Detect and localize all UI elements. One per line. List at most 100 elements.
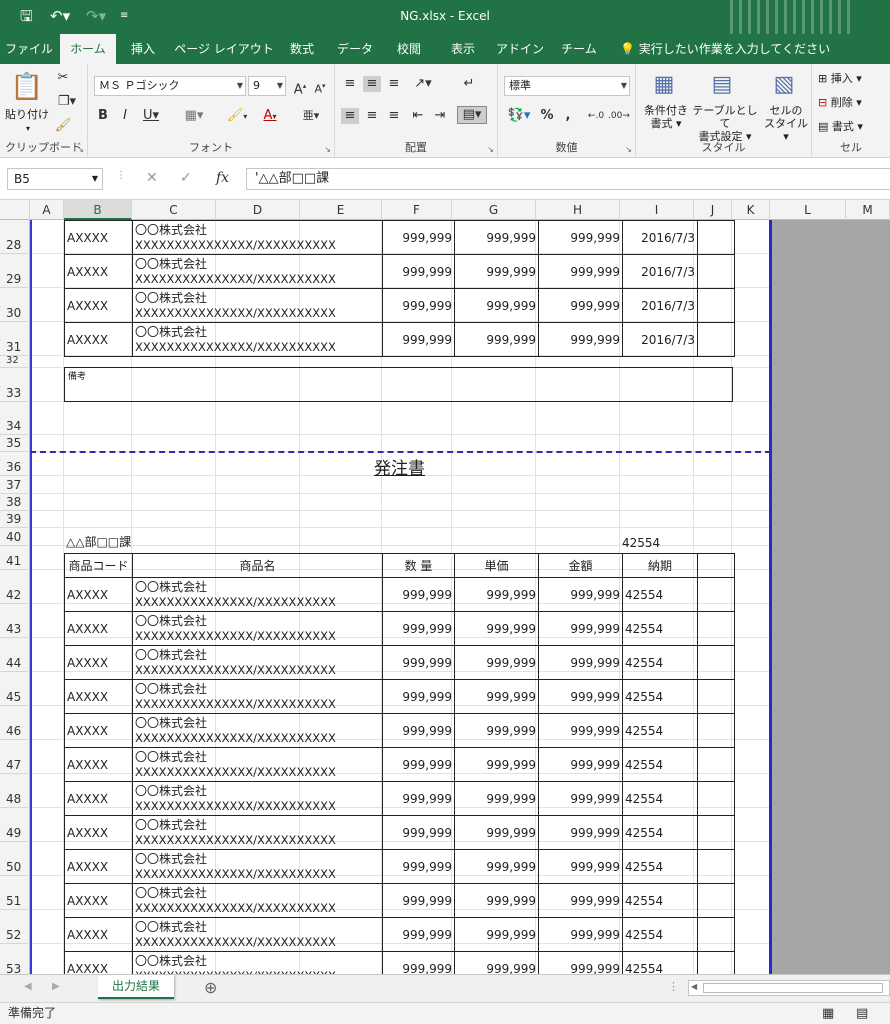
quantity-cell[interactable]: 999,999 — [382, 951, 455, 974]
font-color-icon[interactable]: A▾ — [256, 108, 284, 125]
enter-icon[interactable]: ✓ — [180, 170, 192, 186]
date-cell[interactable]: 2016/7/3 — [622, 288, 698, 323]
tab-addins[interactable]: アドイン — [494, 34, 546, 64]
item-name-cell[interactable]: 〇〇株式会社XXXXXXXXXXXXXXX/XXXXXXXXXX — [132, 917, 383, 952]
blank-cell[interactable] — [697, 645, 735, 680]
item-code-cell[interactable]: AXXXX — [64, 611, 133, 646]
item-name-cell[interactable]: 〇〇株式会社XXXXXXXXXXXXXXX/XXXXXXXXXX — [132, 645, 383, 680]
underline-icon[interactable]: U▾ — [138, 108, 164, 124]
column-header[interactable]: B — [64, 200, 132, 220]
quantity-cell[interactable]: 999,999 — [382, 883, 455, 918]
clipboard-dialog-icon[interactable]: ↘ — [77, 145, 84, 154]
bold-icon[interactable]: B — [96, 108, 110, 124]
item-name-cell[interactable]: 〇〇株式会社XXXXXXXXXXXXXXX/XXXXXXXXXX — [132, 322, 383, 357]
insert-cells-button[interactable]: ⊞ 挿入 ▾ — [818, 72, 888, 85]
item-code-cell[interactable]: AXXXX — [64, 254, 133, 289]
copy-icon[interactable]: ❐▾ — [54, 94, 80, 110]
amount-cell[interactable]: 999,999 — [538, 883, 623, 918]
amount-cell[interactable]: 999,999 — [538, 815, 623, 850]
increase-font-icon[interactable]: A▴ — [292, 78, 308, 98]
item-name-cell[interactable]: 〇〇株式会社XXXXXXXXXXXXXXX/XXXXXXXXXX — [132, 815, 383, 850]
blank-cell[interactable] — [697, 747, 735, 782]
quantity-cell[interactable]: 999,999 — [382, 611, 455, 646]
item-code-cell[interactable]: AXXXX — [64, 883, 133, 918]
unit-price-cell[interactable]: 999,999 — [454, 288, 539, 323]
align-top-icon[interactable]: ≡ — [341, 76, 359, 92]
number-format-dropdown-icon[interactable]: ▼ — [621, 77, 627, 95]
unit-price-cell[interactable]: 999,999 — [454, 679, 539, 714]
column-header[interactable]: J — [694, 200, 732, 220]
blank-cell[interactable] — [697, 220, 735, 255]
paste-dropdown-icon[interactable]: ▾ — [18, 122, 38, 135]
column-header[interactable]: G — [452, 200, 536, 220]
row-header[interactable]: 29 — [0, 254, 30, 288]
row-header[interactable]: 34 — [0, 402, 30, 435]
amount-cell[interactable]: 999,999 — [538, 849, 623, 884]
alignment-dialog-icon[interactable]: ↘ — [487, 145, 494, 154]
align-center-icon[interactable]: ≡ — [363, 108, 381, 124]
amount-cell[interactable]: 999,999 — [538, 747, 623, 782]
amount-cell[interactable]: 999,999 — [538, 679, 623, 714]
column-header[interactable]: M — [846, 200, 890, 220]
row-header[interactable]: 30 — [0, 288, 30, 322]
quantity-cell[interactable]: 999,999 — [382, 713, 455, 748]
merge-center-icon[interactable]: ▤▾ — [457, 106, 487, 124]
cancel-icon[interactable]: ✕ — [146, 170, 158, 186]
row-header[interactable]: 46 — [0, 706, 30, 740]
item-name-cell[interactable]: 〇〇株式会社XXXXXXXXXXXXXXX/XXXXXXXXXX — [132, 288, 383, 323]
row-header[interactable]: 31 — [0, 322, 30, 356]
amount-cell[interactable]: 999,999 — [538, 611, 623, 646]
item-code-cell[interactable]: AXXXX — [64, 713, 133, 748]
font-size-dropdown-icon[interactable]: ▼ — [277, 77, 283, 95]
item-name-cell[interactable]: 〇〇株式会社XXXXXXXXXXXXXXX/XXXXXXXXXX — [132, 713, 383, 748]
amount-cell[interactable]: 999,999 — [538, 577, 623, 612]
quantity-cell[interactable]: 999,999 — [382, 322, 455, 357]
align-right-icon[interactable]: ≡ — [385, 108, 403, 124]
blank-cell[interactable] — [697, 288, 735, 323]
tell-me-box[interactable]: 💡 実行したい作業を入力してください — [620, 34, 830, 64]
date-cell[interactable]: 2016/7/3 — [622, 322, 698, 357]
date-cell[interactable]: 2016/7/3 — [622, 220, 698, 255]
tab-data[interactable]: データ — [332, 34, 378, 64]
item-name-cell[interactable]: 〇〇株式会社XXXXXXXXXXXXXXX/XXXXXXXXXX — [132, 254, 383, 289]
tab-splitter-icon[interactable]: ⋮ — [668, 980, 679, 993]
sheet-tab-output[interactable]: 出力結果 — [98, 975, 174, 999]
due-date-cell[interactable]: 42554 — [622, 611, 698, 646]
row-header[interactable]: 38 — [0, 494, 30, 511]
unit-price-cell[interactable]: 999,999 — [454, 611, 539, 646]
paste-icon[interactable]: 📋 — [10, 70, 44, 104]
due-date-cell[interactable]: 42554 — [622, 883, 698, 918]
row-header[interactable]: 36 — [0, 452, 30, 476]
comma-style-icon[interactable]: , — [560, 108, 576, 124]
cut-icon[interactable]: ✂ — [54, 70, 72, 86]
fill-color-icon[interactable]: 🖌▾ — [222, 108, 252, 125]
conditional-format-button[interactable]: 条件付き 書式 ▾ — [638, 104, 694, 130]
blank-cell[interactable] — [697, 322, 735, 357]
unit-price-cell[interactable]: 999,999 — [454, 883, 539, 918]
tab-view[interactable]: 表示 — [440, 34, 486, 64]
item-name-cell[interactable]: 〇〇株式会社XXXXXXXXXXXXXXX/XXXXXXXXXX — [132, 611, 383, 646]
unit-price-cell[interactable]: 999,999 — [454, 713, 539, 748]
tab-file[interactable]: ファイル — [0, 34, 58, 64]
amount-cell[interactable]: 999,999 — [538, 645, 623, 680]
format-cells-button[interactable]: ▤ 書式 ▾ — [818, 120, 888, 133]
item-code-cell[interactable]: AXXXX — [64, 917, 133, 952]
row-header[interactable]: 33 — [0, 368, 30, 402]
quantity-cell[interactable]: 999,999 — [382, 220, 455, 255]
item-name-cell[interactable]: 〇〇株式会社XXXXXXXXXXXXXXX/XXXXXXXXXX — [132, 781, 383, 816]
column-header[interactable]: L — [770, 200, 846, 220]
item-code-cell[interactable]: AXXXX — [64, 577, 133, 612]
phonetic-icon[interactable]: 亜▾ — [298, 108, 324, 124]
scroll-next-sheet-icon[interactable]: ▶ — [52, 981, 60, 992]
decrease-decimal-icon[interactable]: .00→ — [608, 108, 630, 124]
percent-icon[interactable]: % — [538, 108, 556, 124]
item-name-cell[interactable]: 〇〇株式会社XXXXXXXXXXXXXXX/XXXXXXXXXX — [132, 679, 383, 714]
column-header[interactable]: D — [216, 200, 300, 220]
number-format-combo[interactable]: 標準 ▼ — [504, 76, 630, 96]
row-header[interactable]: 45 — [0, 672, 30, 706]
item-name-cell[interactable]: 〇〇株式会社XXXXXXXXXXXXXXX/XXXXXXXXXX — [132, 883, 383, 918]
row-header[interactable]: 40 — [0, 528, 30, 546]
blank-cell[interactable] — [697, 951, 735, 974]
item-name-cell[interactable]: 〇〇株式会社XXXXXXXXXXXXXXX/XXXXXXXXXX — [132, 849, 383, 884]
due-date-cell[interactable]: 42554 — [622, 679, 698, 714]
